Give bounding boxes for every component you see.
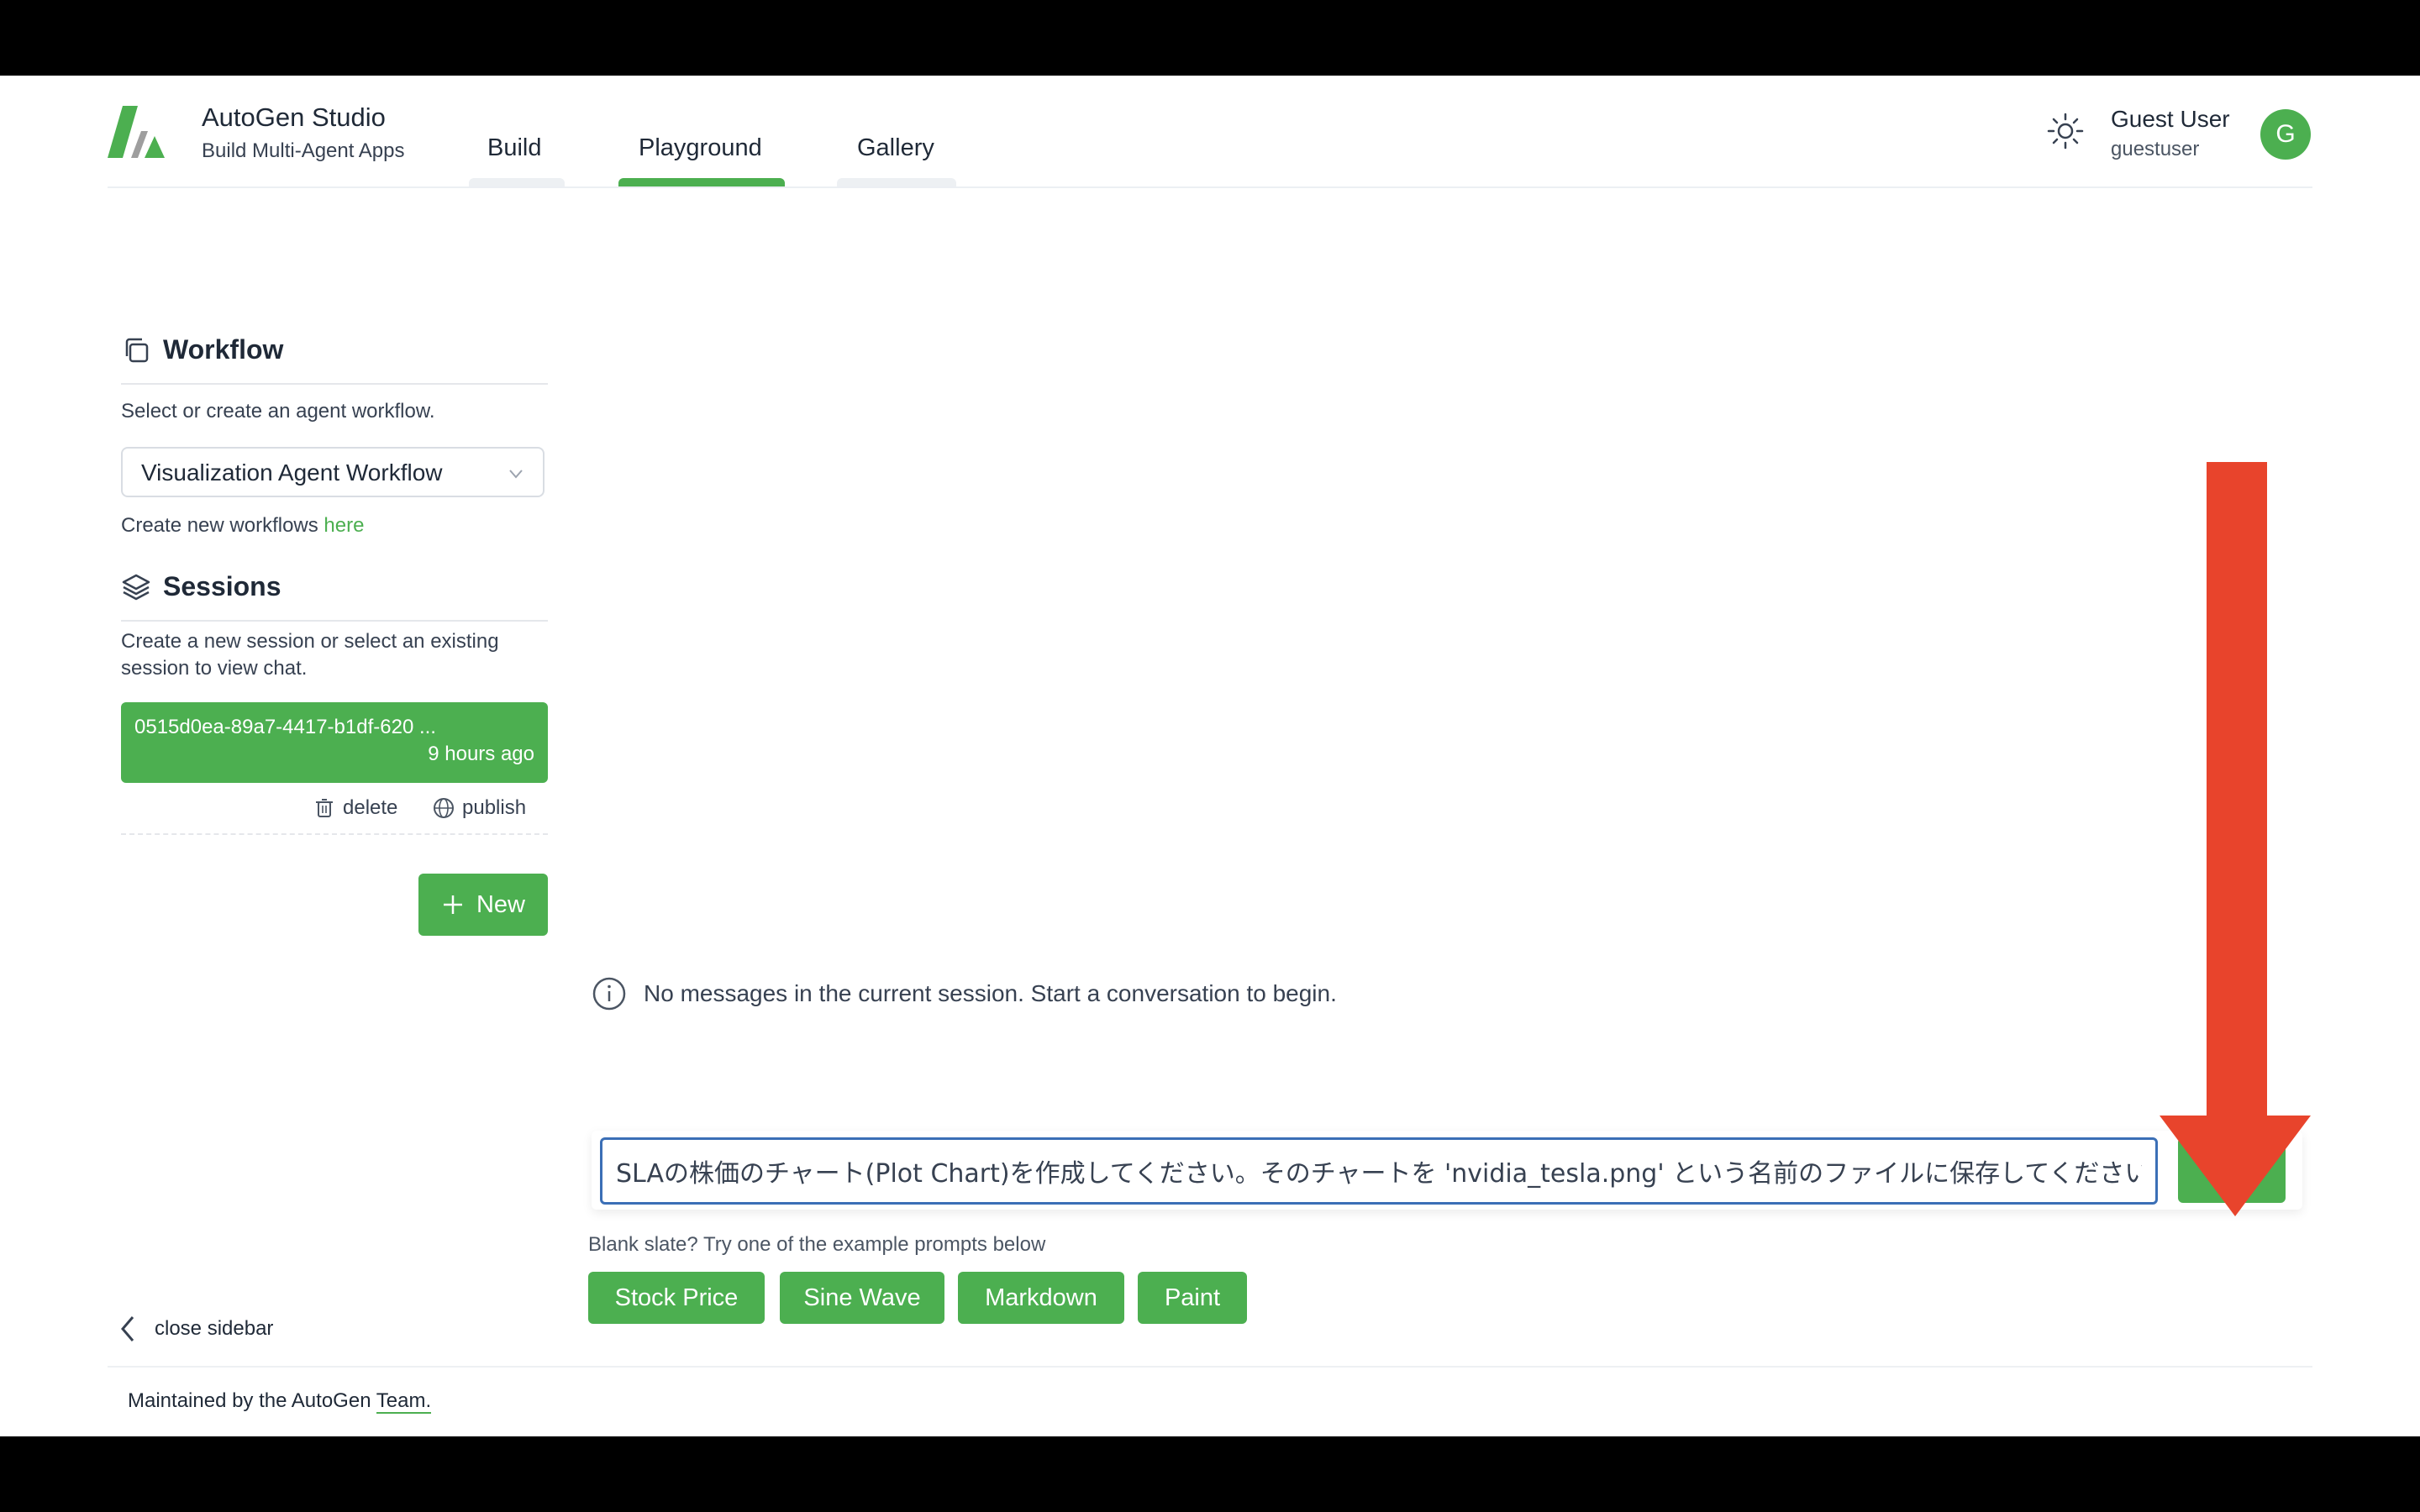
app-subtitle: Build Multi-Agent Apps — [202, 139, 405, 162]
empty-session-message: No messages in the current session. Star… — [644, 980, 1337, 1006]
example-paint-button[interactable]: Paint — [1138, 1272, 1247, 1324]
close-sidebar-button[interactable]: close sidebar — [118, 1314, 273, 1344]
delete-session-button[interactable]: delete — [313, 796, 397, 820]
footer-team-link[interactable]: Team. — [376, 1389, 432, 1414]
workflow-heading-label: Workflow — [163, 334, 284, 365]
chat-input-bar — [592, 1131, 2302, 1210]
chevron-left-icon — [121, 1316, 134, 1341]
sessions-dashed-divider — [121, 833, 548, 835]
chat-input[interactable] — [600, 1137, 2158, 1205]
sessions-divider — [121, 620, 548, 622]
example-stock-price-button[interactable]: Stock Price — [588, 1272, 765, 1324]
example-markdown-button[interactable]: Markdown — [958, 1272, 1124, 1324]
session-time: 9 hours ago — [428, 743, 534, 765]
close-sidebar-label: close sidebar — [155, 1317, 274, 1340]
tab-build-underline — [469, 178, 565, 186]
create-workflow-text: Create new workflows here — [121, 512, 364, 539]
footer-divider — [108, 1366, 2312, 1368]
plus-icon — [443, 895, 462, 914]
sun-icon[interactable] — [2045, 111, 2086, 151]
avatar[interactable]: G — [2260, 109, 2311, 160]
sessions-heading-label: Sessions — [163, 571, 281, 601]
example-sine-wave-button[interactable]: Sine Wave — [780, 1272, 944, 1324]
sessions-heading: Sessions — [121, 571, 281, 602]
user-handle: guestuser — [2111, 138, 2200, 160]
trash-icon — [316, 799, 333, 817]
tab-build[interactable]: Build — [487, 134, 542, 162]
empty-session-notice: No messages in the current session. Star… — [592, 976, 1337, 1011]
sessions-description: Create a new session or select an existi… — [121, 630, 499, 680]
app-title: AutoGen Studio — [202, 102, 386, 132]
copy-icon — [125, 338, 149, 362]
delete-label: delete — [343, 796, 398, 819]
session-item[interactable]: 0515d0ea-89a7-4417-b1df-620 ... 9 hours … — [121, 702, 548, 783]
publish-session-button[interactable]: publish — [432, 796, 526, 820]
workflow-select[interactable]: Visualization Agent Workflow — [121, 447, 544, 497]
globe-icon — [434, 798, 454, 818]
tab-playground-underline — [618, 178, 785, 186]
app-page: AutoGen Studio Build Multi-Agent Apps Bu… — [0, 76, 2420, 1436]
create-workflow-link[interactable]: here — [324, 514, 364, 537]
workflow-heading: Workflow — [121, 334, 283, 365]
workflow-divider — [121, 383, 548, 385]
footer: Maintained by the AutoGen Team. — [128, 1389, 432, 1414]
new-session-label: New — [476, 890, 525, 918]
create-workflow-prefix: Create new workflows — [121, 514, 324, 537]
layers-icon — [122, 574, 150, 600]
autogen-logo — [108, 106, 165, 158]
workflow-select-value: Visualization Agent Workflow — [141, 459, 443, 486]
new-session-button[interactable]: New — [418, 874, 548, 936]
annotation-arrow — [2160, 462, 2311, 1216]
top-header: AutoGen Studio Build Multi-Agent Apps Bu… — [108, 76, 2312, 188]
chevron-down-icon — [509, 470, 523, 479]
tab-gallery-underline — [837, 178, 956, 186]
info-icon — [592, 977, 626, 1011]
session-id: 0515d0ea-89a7-4417-b1df-620 ... — [134, 716, 436, 738]
user-name: Guest User — [2111, 106, 2230, 132]
example-prompts-hint: Blank slate? Try one of the example prom… — [588, 1233, 1046, 1256]
workflow-description: Select or create an agent workflow. — [121, 400, 435, 423]
publish-label: publish — [462, 796, 527, 819]
footer-text: Maintained by the AutoGen — [128, 1389, 376, 1412]
tab-playground[interactable]: Playground — [639, 134, 762, 162]
tab-gallery[interactable]: Gallery — [857, 134, 934, 162]
